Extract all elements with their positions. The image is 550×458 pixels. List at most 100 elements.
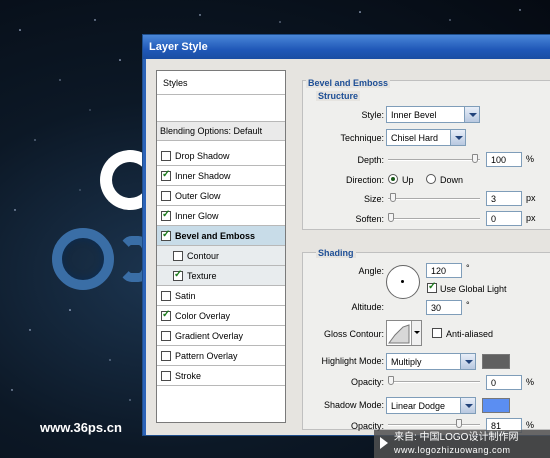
soften-label: Soften:	[355, 214, 384, 224]
technique-label: Technique:	[340, 133, 384, 143]
bevel-style-select[interactable]: Inner Bevel	[386, 106, 480, 123]
credit-url-text: www.logozhizuowang.com	[394, 445, 511, 455]
style-item-label: Satin	[175, 290, 196, 301]
technique-select[interactable]: Chisel Hard	[386, 129, 466, 146]
watermark-text: www.36ps.cn	[40, 420, 122, 435]
style-item-label: Drop Shadow	[175, 150, 230, 161]
style-item-contour[interactable]: Contour	[157, 246, 285, 266]
style-item-label: Color Overlay	[175, 310, 231, 321]
dialog-title[interactable]: Layer Style	[143, 35, 550, 59]
style-item-outer-glow[interactable]: Outer Glow	[157, 186, 285, 206]
soften-unit: px	[526, 213, 536, 223]
chevron-down-icon[interactable]	[460, 398, 475, 413]
angle-input[interactable]: 120	[426, 263, 462, 278]
size-slider[interactable]	[388, 193, 480, 202]
shadow-mode-value: Linear Dodge	[391, 401, 446, 411]
style-item-label: Stroke	[175, 370, 202, 381]
shadow-opacity-slider[interactable]	[388, 419, 480, 428]
drop-shadow-checkbox[interactable]	[161, 150, 171, 161]
altitude-input[interactable]: 30	[426, 300, 462, 315]
soften-slider[interactable]	[388, 213, 480, 222]
style-item-label: Contour	[187, 250, 220, 261]
styles-header[interactable]: Styles	[157, 71, 285, 95]
style-item-label: Inner Shadow	[175, 170, 231, 181]
size-slider-thumb[interactable]	[389, 193, 396, 202]
satin-checkbox[interactable]	[161, 290, 171, 301]
background-logo-ring	[52, 228, 114, 290]
shadow-opacity-label: Opacity:	[350, 421, 384, 431]
shading-section-title: Shading	[316, 248, 356, 258]
play-arrow-icon	[380, 437, 388, 449]
layer-style-dialog: Layer Style Styles Blending Options: Def…	[142, 34, 550, 436]
technique-value: Chisel Hard	[391, 133, 439, 143]
style-item-bevel-and-emboss[interactable]: Bevel and Emboss	[157, 226, 285, 246]
shadow-mode-label: Shadow Mode:	[323, 400, 384, 410]
style-item-gradient-overlay[interactable]: Gradient Overlay	[157, 326, 285, 346]
structure-subtitle: Structure	[316, 91, 361, 101]
highlight-color-swatch[interactable]	[482, 354, 510, 369]
highlight-mode-label: Highlight Mode:	[321, 356, 384, 366]
dialog-body: Styles Blending Options: Default Drop Sh…	[143, 59, 550, 435]
style-item-inner-shadow[interactable]: Inner Shadow	[157, 166, 285, 186]
chevron-down-icon[interactable]	[464, 107, 479, 122]
depth-unit: %	[526, 154, 535, 164]
anti-aliased-checkbox[interactable]	[432, 328, 442, 338]
highlight-mode-value: Multiply	[391, 357, 422, 367]
altitude-label: Altitude:	[351, 302, 384, 312]
chevron-down-icon[interactable]	[411, 321, 421, 345]
gradient-overlay-checkbox[interactable]	[161, 330, 171, 341]
style-item-drop-shadow[interactable]: Drop Shadow	[157, 146, 285, 166]
angle-dial[interactable]	[386, 265, 420, 299]
stroke-checkbox[interactable]	[161, 370, 171, 381]
styles-list: Styles Blending Options: Default Drop Sh…	[156, 70, 286, 423]
direction-down-label: Down	[440, 175, 464, 185]
size-unit: px	[526, 193, 536, 203]
angle-label: Angle:	[358, 266, 384, 276]
highlight-opacity-unit: %	[526, 377, 535, 387]
direction-up-radio[interactable]	[388, 174, 398, 184]
style-item-satin[interactable]: Satin	[157, 286, 285, 306]
shadow-opacity-unit: %	[526, 420, 535, 430]
highlight-opacity-slider[interactable]	[388, 376, 480, 385]
shadow-opacity-thumb[interactable]	[456, 419, 463, 428]
highlight-opacity-input[interactable]: 0	[486, 375, 522, 390]
outer-glow-checkbox[interactable]	[161, 190, 171, 201]
depth-slider[interactable]	[388, 154, 480, 163]
color-overlay-checkbox[interactable]	[161, 309, 171, 321]
use-global-light-checkbox[interactable]	[427, 281, 437, 293]
style-item-stroke[interactable]: Stroke	[157, 366, 285, 386]
direction-down-radio[interactable]	[426, 174, 436, 184]
inner-shadow-checkbox[interactable]	[161, 169, 171, 181]
options-panel: Bevel and Emboss Structure Style: Inner …	[296, 70, 550, 433]
altitude-unit: °	[466, 300, 470, 310]
size-input[interactable]: 3	[486, 191, 522, 206]
style-label: Style:	[361, 110, 384, 120]
chevron-down-icon[interactable]	[450, 130, 465, 145]
credit-source-text: 来自: 中国LOGO设计制作网	[394, 432, 519, 443]
depth-input[interactable]: 100	[486, 152, 522, 167]
depth-slider-thumb[interactable]	[472, 154, 478, 163]
style-item-inner-glow[interactable]: Inner Glow	[157, 206, 285, 226]
style-item-pattern-overlay[interactable]: Pattern Overlay	[157, 346, 285, 366]
contour-checkbox[interactable]	[173, 250, 183, 261]
style-item-texture[interactable]: Texture	[157, 266, 285, 286]
inner-glow-checkbox[interactable]	[161, 209, 171, 221]
shadow-color-swatch[interactable]	[482, 398, 510, 413]
style-item-color-overlay[interactable]: Color Overlay	[157, 306, 285, 326]
chevron-down-icon[interactable]	[460, 354, 475, 369]
angle-unit: °	[466, 263, 470, 273]
use-global-light-label: Use Global Light	[440, 284, 507, 294]
bevel-section-title: Bevel and Emboss	[306, 78, 391, 88]
highlight-mode-select[interactable]: Multiply	[386, 353, 476, 370]
shadow-mode-select[interactable]: Linear Dodge	[386, 397, 476, 414]
gloss-contour-picker[interactable]	[386, 320, 422, 346]
highlight-opacity-thumb[interactable]	[388, 376, 394, 385]
texture-checkbox[interactable]	[173, 269, 183, 281]
soften-slider-thumb[interactable]	[388, 213, 394, 222]
depth-label: Depth:	[357, 155, 384, 165]
pattern-overlay-checkbox[interactable]	[161, 350, 171, 361]
blending-options-item[interactable]: Blending Options: Default	[157, 121, 285, 141]
soften-input[interactable]: 0	[486, 211, 522, 226]
style-item-label: Texture	[187, 270, 217, 281]
bevel-and-emboss-checkbox[interactable]	[161, 229, 171, 241]
